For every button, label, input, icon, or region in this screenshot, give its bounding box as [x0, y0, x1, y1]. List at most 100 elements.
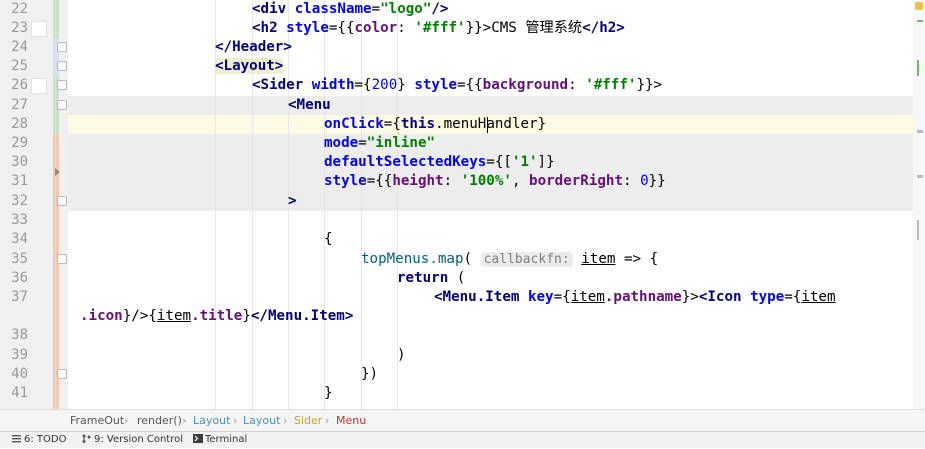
- string-literal: '#fff': [414, 20, 466, 36]
- code-text: :: [568, 77, 586, 93]
- terminal-tab[interactable]: Terminal: [193, 432, 247, 448]
- code-line-40[interactable]: }): [361, 365, 378, 384]
- line-number[interactable]: 36: [0, 269, 28, 288]
- line-number[interactable]: 24: [0, 38, 28, 57]
- line-number[interactable]: 39: [0, 346, 28, 365]
- code-line-34[interactable]: {: [324, 230, 333, 249]
- fold-toggle[interactable]: [57, 80, 67, 90]
- keyword: this: [400, 116, 436, 132]
- breadcrumb-separator: ›: [283, 414, 288, 427]
- code-text: ={: [553, 289, 571, 305]
- scroll-marker[interactable]: [917, 130, 923, 133]
- code-line-23[interactable]: <h2 style={{color: '#fff'}}>CMS 管理系统</h2…: [252, 19, 625, 38]
- scroll-marker[interactable]: [917, 60, 919, 76]
- string-literal: "inline": [366, 135, 436, 151]
- fold-toggle[interactable]: [57, 61, 67, 71]
- code-text: }): [361, 366, 379, 382]
- jsx-tag: <Menu.Item: [434, 289, 528, 305]
- breadcrumb-separator: ›: [325, 414, 330, 427]
- breadcrumb-item[interactable]: Sider: [294, 410, 322, 432]
- todo-tab[interactable]: 6: TODO: [12, 432, 66, 448]
- code-line-39[interactable]: ): [397, 346, 406, 365]
- parameter-hint: callbackfn:: [480, 252, 573, 267]
- breadcrumb-item[interactable]: Layout: [243, 410, 280, 432]
- tool-window-bar: 6: TODO 9: Version Control Terminal: [0, 431, 925, 448]
- line-number[interactable]: 26: [0, 76, 28, 95]
- code-line-30[interactable]: defaultSelectedKeys={['1']}: [324, 153, 555, 172]
- code-line-41[interactable]: }: [324, 384, 333, 403]
- gutter-separator: [55, 0, 56, 409]
- version-control-tab[interactable]: 9: Version Control: [82, 432, 183, 448]
- text-caret: [487, 117, 488, 133]
- scroll-marker[interactable]: [917, 175, 923, 178]
- line-number[interactable]: 22: [0, 0, 28, 19]
- keyword: return: [397, 270, 449, 286]
- fold-toggle[interactable]: [57, 254, 67, 264]
- breadcrumb-item[interactable]: Layout: [193, 410, 230, 432]
- line-number[interactable]: 32: [0, 192, 28, 211]
- breakpoint-slot[interactable]: [31, 21, 47, 37]
- code-line-24[interactable]: </Header>: [215, 38, 292, 57]
- fold-toggle[interactable]: [57, 100, 67, 110]
- line-number[interactable]: 29: [0, 134, 28, 153]
- code-text: ={[: [486, 154, 512, 170]
- code-text: => {: [615, 251, 659, 267]
- fold-toggle[interactable]: [57, 42, 67, 52]
- breadcrumb-item[interactable]: FrameOut: [70, 410, 124, 432]
- line-number[interactable]: 31: [0, 172, 28, 191]
- code-text: }/>{: [122, 308, 157, 324]
- property: .title: [191, 308, 243, 324]
- property: background: [482, 77, 569, 93]
- code-line-35[interactable]: topMenus.map( callbackfn: item => {: [361, 250, 658, 269]
- code-line-29[interactable]: mode="inline": [324, 134, 435, 153]
- code-line-37[interactable]: <Menu.Item key={item.pathname}><Icon typ…: [434, 288, 836, 307]
- fold-toggle[interactable]: [57, 369, 67, 379]
- code-line-22[interactable]: <div className="logo"/>: [252, 0, 448, 19]
- code-text: :: [397, 20, 415, 36]
- line-number[interactable]: 28: [0, 115, 28, 134]
- code-line-32[interactable]: >: [288, 192, 297, 211]
- number-literal: 200: [371, 77, 398, 93]
- scroll-marker[interactable]: [917, 220, 919, 240]
- code-line-27[interactable]: <Menu: [288, 96, 331, 115]
- code-line-28[interactable]: onClick={this.menuHandler}: [324, 115, 546, 134]
- breadcrumb-item[interactable]: render(): [137, 410, 182, 432]
- line-number[interactable]: 35: [0, 250, 28, 269]
- line-number[interactable]: 38: [0, 326, 28, 345]
- code-line-31[interactable]: style={{height: '100%', borderRight: 0}}: [324, 172, 666, 191]
- inspection-status-icon[interactable]: [915, 2, 923, 10]
- jsx-attr: style: [286, 20, 329, 36]
- code-line-25[interactable]: <Layout>: [215, 57, 284, 76]
- jsx-tag: <Menu: [288, 97, 331, 113]
- property: .pathname: [604, 289, 682, 305]
- number-literal: 0: [640, 173, 649, 189]
- code-text: .: [435, 116, 444, 132]
- line-number[interactable]: 30: [0, 153, 28, 172]
- line-number[interactable]: 41: [0, 384, 28, 403]
- code-line-36[interactable]: return (: [397, 269, 465, 288]
- code-editor[interactable]: 22 23 24 25 26 27 28 29 30 31 32 33 34 35 36 37 38 39 40 41…: [0, 0, 925, 409]
- jsx-tag: </h2>: [582, 20, 625, 36]
- line-number[interactable]: 40: [0, 365, 28, 384]
- breakpoint-slot[interactable]: [31, 78, 47, 94]
- code-text: :: [623, 173, 641, 189]
- line-number[interactable]: 34: [0, 230, 28, 249]
- change-marker-added: [53, 0, 59, 38]
- code-line-37-wrap[interactable]: .icon}/>{item.title}</Menu.Item>: [80, 307, 353, 326]
- line-number[interactable]: 27: [0, 96, 28, 115]
- breadcrumb: FrameOut › render() › Layout › Layout › Sider › Me…: [0, 409, 925, 432]
- string-literal: '1': [511, 154, 538, 170]
- line-number[interactable]: 37: [0, 288, 28, 307]
- vertical-scrollbar[interactable]: [913, 0, 925, 409]
- breadcrumb-item[interactable]: Menu: [336, 410, 366, 432]
- line-number[interactable]: 33: [0, 211, 28, 230]
- scroll-marker[interactable]: [917, 20, 923, 22]
- code-text: ={: [354, 77, 372, 93]
- code-text: ={: [784, 289, 802, 305]
- line-number[interactable]: 25: [0, 57, 28, 76]
- fold-arrow-icon[interactable]: [55, 168, 60, 176]
- fold-toggle[interactable]: [57, 196, 67, 206]
- code-line-26[interactable]: <Sider width={200} style={{background: '…: [252, 76, 662, 95]
- jsx-attr: className: [294, 1, 372, 17]
- line-number[interactable]: 23: [0, 19, 28, 38]
